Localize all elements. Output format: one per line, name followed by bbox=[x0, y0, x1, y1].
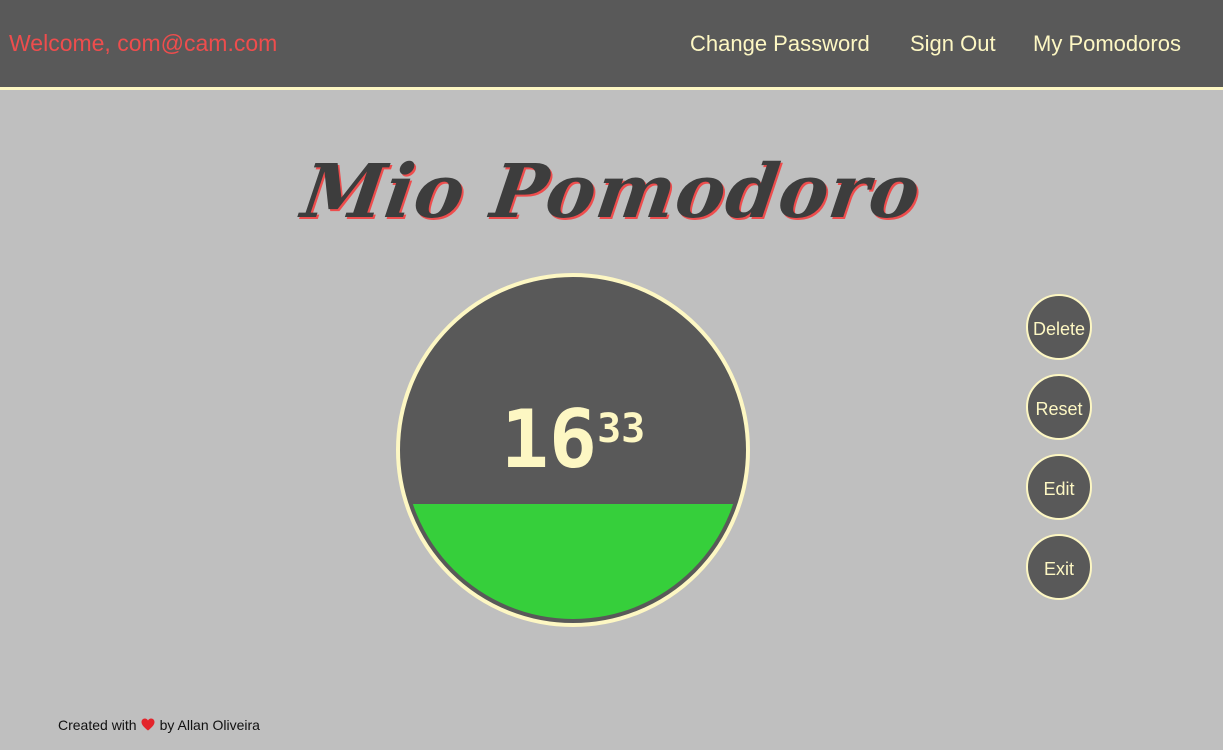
change-password-link[interactable]: Change Password bbox=[690, 30, 870, 58]
reset-button[interactable]: Reset bbox=[1026, 374, 1092, 440]
time-display: 1633 bbox=[400, 395, 746, 485]
pomodoro-timer: 1633 bbox=[396, 273, 750, 627]
timer-minutes: 16 bbox=[500, 393, 598, 486]
top-navbar: Welcome, com@cam.com Change Password Sig… bbox=[0, 0, 1223, 90]
heart-icon bbox=[141, 717, 155, 735]
timer-progress-fill bbox=[404, 504, 742, 619]
timer-seconds: 33 bbox=[597, 406, 646, 452]
exit-button[interactable]: Exit bbox=[1026, 534, 1092, 600]
sign-out-link[interactable]: Sign Out bbox=[910, 30, 996, 58]
my-pomodoros-link[interactable]: My Pomodoros bbox=[1033, 30, 1181, 58]
footer-credit: Created with by Allan Oliveira bbox=[58, 716, 260, 735]
delete-button[interactable]: Delete bbox=[1026, 294, 1092, 360]
footer-suffix: by Allan Oliveira bbox=[159, 717, 260, 733]
welcome-message: Welcome, com@cam.com bbox=[9, 30, 278, 56]
app-title: Mio Pomodoro bbox=[296, 149, 927, 235]
footer-prefix: Created with bbox=[58, 717, 137, 733]
edit-button[interactable]: Edit bbox=[1026, 454, 1092, 520]
